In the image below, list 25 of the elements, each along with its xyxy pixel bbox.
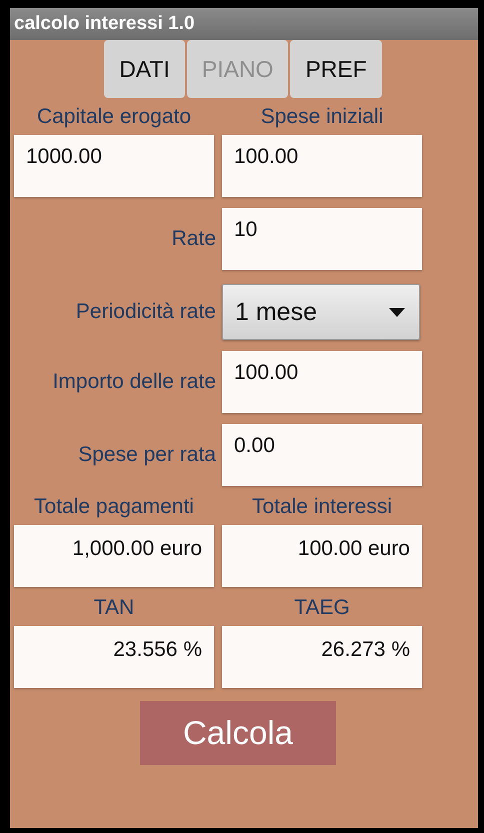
field-label: Totale pagamenti xyxy=(34,494,194,520)
field-label: TAN xyxy=(94,595,134,621)
result-field: 26.273 % xyxy=(222,626,422,688)
field-label: Rate xyxy=(172,226,216,252)
field-label: Spese per rata xyxy=(78,442,216,468)
tab[interactable]: DATI xyxy=(104,40,185,98)
result-field: 23.556 % xyxy=(14,626,214,688)
field-label: TAEG xyxy=(294,595,350,621)
calculate-button[interactable]: Calcola xyxy=(140,701,336,765)
field-label: Periodicità rate xyxy=(76,299,216,325)
input-field[interactable]: 100.00 xyxy=(222,135,422,197)
period-dropdown[interactable]: 1 mese xyxy=(222,284,420,340)
input-field[interactable]: 100.00 xyxy=(222,351,422,413)
field-label: Totale interessi xyxy=(252,494,392,520)
input-field[interactable]: 10 xyxy=(222,208,422,270)
window-title: calcolo interessi 1.0 xyxy=(10,8,478,40)
result-field: 100.00 euro xyxy=(222,525,422,587)
field-label: Importo delle rate xyxy=(52,369,216,395)
caret-icon xyxy=(389,308,405,316)
field-label: Spese iniziali xyxy=(260,104,384,130)
input-field[interactable]: 1000.00 xyxy=(14,135,214,197)
input-field[interactable]: 0.00 xyxy=(222,424,422,486)
field-label: Capitale erogato xyxy=(36,104,192,130)
result-field: 1,000.00 euro xyxy=(14,525,214,587)
tab[interactable]: PREF xyxy=(290,40,382,98)
